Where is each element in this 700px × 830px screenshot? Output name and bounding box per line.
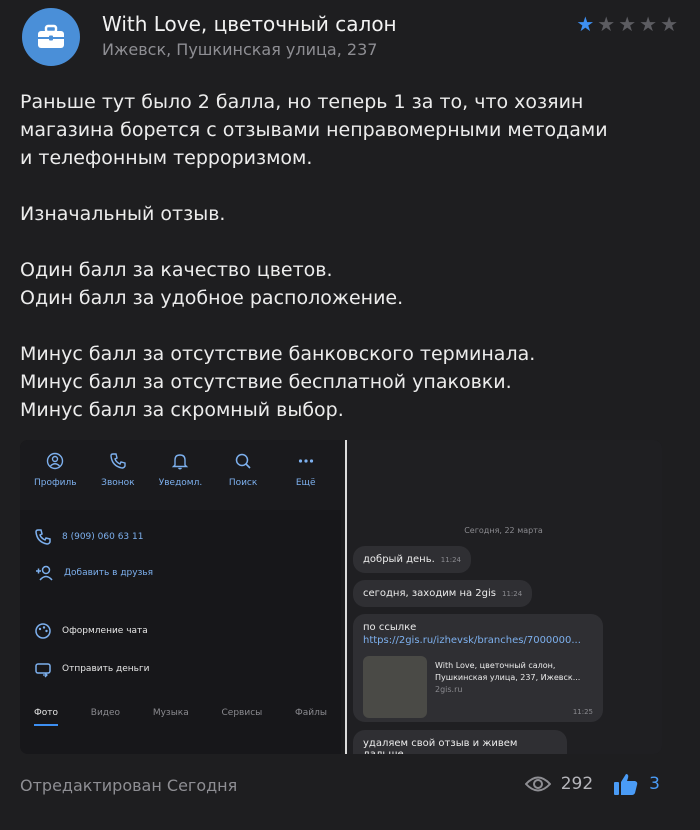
search-icon: [234, 452, 252, 474]
attached-image[interactable]: Профиль Звонок Уведомл. Поиск Ещё 8 (909) 06…: [20, 440, 662, 754]
profile-action-label: Уведомл.: [158, 478, 203, 488]
star-icon: ★: [660, 12, 678, 36]
org-avatar[interactable]: [22, 8, 80, 66]
review-line: Один балл за удобное расположение.: [20, 287, 404, 309]
review-line: Один балл за качество цветов.: [20, 259, 333, 281]
profile-icon: [46, 452, 64, 474]
views-count: 292: [560, 774, 594, 794]
message-time: 11:24: [502, 590, 523, 598]
message-time: 11:25: [572, 708, 593, 716]
star-icon: ★: [618, 12, 637, 36]
message-bubble: добрый день. 11:24: [353, 546, 471, 573]
message-bubble: удаляем свой отзыв и живем дальше: [353, 730, 567, 754]
money-transfer-icon: [35, 663, 51, 678]
more-icon: [297, 452, 315, 474]
screenshot-profile: Профиль Звонок Уведомл. Поиск Ещё 8 (909) 06…: [20, 440, 341, 754]
profile-action-label: Ещё: [295, 478, 316, 488]
rating-stars: ★ ★ ★ ★ ★: [576, 12, 678, 36]
media-tab: Файлы: [295, 708, 327, 718]
review-line: Минус балл за отсутствие бесплатной упак…: [20, 371, 512, 393]
add-friend-row: Добавить в друзья: [34, 564, 153, 582]
profile-action-button: Профиль: [25, 452, 85, 510]
message-text: сегодня, заходим на 2gis: [363, 588, 497, 599]
phone-number: 8 (909) 060 63 11: [62, 532, 144, 542]
star-icon: ★: [639, 12, 658, 36]
link-preview: With Love, цветочный салон, Пушкинская у…: [435, 660, 597, 696]
send-money-label: Отправить деньги: [62, 664, 150, 674]
media-tab: Музыка: [152, 708, 189, 718]
thumbs-up-icon[interactable]: [613, 772, 639, 796]
review-line: и телефонным терроризмом.: [20, 147, 313, 169]
bell-icon: [171, 452, 189, 474]
add-friend-label: Добавить в друзья: [64, 568, 154, 578]
message-time: 11:24: [440, 556, 461, 564]
profile-action-label: Профиль: [34, 478, 77, 488]
review-stats: 292 3: [524, 772, 660, 796]
review-line: магазина борется с отзывами неправомерны…: [20, 119, 608, 141]
eye-icon: [524, 776, 551, 792]
profile-action-button: Звонок: [88, 452, 148, 510]
profile-action-label: Поиск: [228, 478, 258, 488]
message-text: добрый день.: [363, 554, 435, 565]
message-bubble: сегодня, заходим на 2gis 11:24: [353, 580, 533, 607]
profile-action-label: Звонок: [101, 478, 135, 488]
link-preview-thumbnail: [363, 656, 427, 718]
media-tab: Сервисы: [221, 708, 263, 718]
phone-row: 8 (909) 060 63 11: [34, 528, 143, 546]
review-line: Минус балл за отсутствие банковского тер…: [20, 343, 536, 365]
org-name[interactable]: With Love, цветочный салон: [102, 12, 397, 36]
phone-icon: [109, 452, 127, 474]
media-tab: Фото: [34, 708, 59, 726]
profile-action-button: Ещё: [276, 452, 336, 510]
send-money-row: Отправить деньги: [34, 660, 150, 678]
screenshot-chat: Сегодня, 22 марта добрый день. 11:24 сего…: [345, 440, 662, 754]
phone-icon: [35, 529, 51, 545]
preview-address: Пушкинская улица, 237, Ижевск...: [435, 673, 581, 682]
preview-title: With Love, цветочный салон,: [435, 661, 556, 670]
preview-source: 2gis.ru: [435, 685, 463, 694]
message-text: удаляем свой отзыв и живем дальше: [363, 738, 518, 754]
add-user-icon: [36, 565, 53, 581]
chat-date: Сегодня, 22 марта: [464, 526, 543, 535]
profile-action-button: Поиск: [213, 452, 273, 510]
profile-action-button: Уведомл.: [150, 452, 210, 510]
profile-actions: Профиль Звонок Уведомл. Поиск Ещё: [20, 440, 341, 510]
star-icon: ★: [576, 12, 595, 36]
org-address: Ижевск, Пушкинская улица, 237: [102, 40, 378, 59]
message-text: по ссылке: [363, 622, 417, 633]
palette-icon: [35, 623, 51, 639]
chat-design-label: Оформление чата: [62, 626, 148, 636]
review-line: Раньше тут было 2 балла, но теперь 1 за …: [20, 91, 584, 113]
media-tabs: Фото Видео Музыка Сервисы Файлы: [20, 708, 341, 726]
likes-count[interactable]: 3: [649, 774, 660, 794]
review-line: Минус балл за скромный выбор.: [20, 399, 344, 421]
message-link: https://2gis.ru/izhevsk/branches/7000000…: [363, 635, 581, 646]
review-text: Раньше тут было 2 балла, но теперь 1 за …: [20, 88, 680, 424]
briefcase-icon: [38, 24, 64, 48]
review-line: Изначальный отзыв.: [20, 203, 226, 225]
review-header: With Love, цветочный салон Ижевск, Пушки…: [22, 8, 678, 68]
chat-design-row: Оформление чата: [34, 622, 148, 640]
star-icon: ★: [597, 12, 616, 36]
edited-label: Отредактирован Сегодня: [20, 776, 238, 795]
link-message-bubble: по ссылке https://2gis.ru/izhevsk/branch…: [353, 614, 603, 722]
media-tab: Видео: [90, 708, 121, 718]
